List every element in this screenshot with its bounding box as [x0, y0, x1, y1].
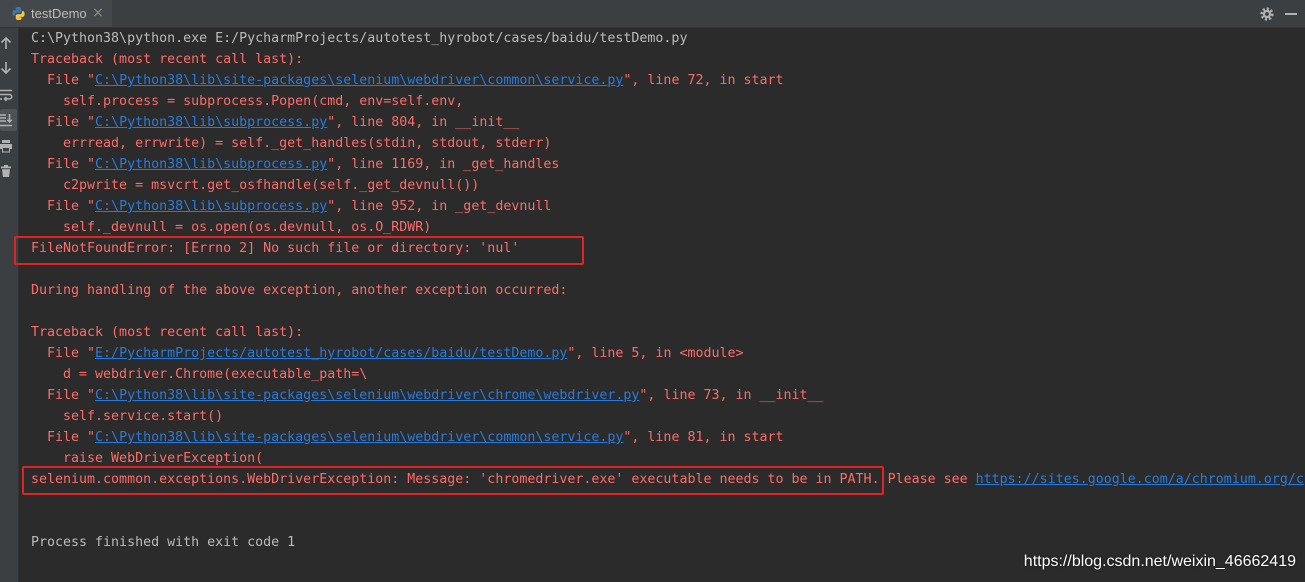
traceback-frame: File "C:\Python38\lib\site-packages\sele…: [31, 70, 1305, 91]
console-line: errread, errwrite) = self._get_handles(s…: [31, 133, 1305, 154]
print-icon[interactable]: [0, 139, 13, 153]
console-text: File ": [31, 388, 96, 403]
file-link[interactable]: E:/PycharmProjects/autotest_hyrobot/case…: [95, 346, 567, 361]
console-text: ", line 952, in _get_devnull: [327, 199, 552, 214]
scroll-to-end-icon[interactable]: [0, 113, 13, 127]
console-text: Traceback (most recent call last):: [31, 52, 304, 67]
gear-icon[interactable]: [1260, 7, 1274, 21]
file-link[interactable]: C:\Python38\lib\subprocess.py: [95, 157, 327, 172]
soft-wrap-icon[interactable]: [0, 88, 13, 102]
console-text: File ": [31, 115, 96, 130]
console-text: c2pwrite = msvcrt.get_osfhandle(self._ge…: [31, 178, 480, 193]
arrow-up-icon[interactable]: [0, 36, 13, 50]
run-tool-window-header: testDemo ×: [0, 0, 1305, 28]
console-text: ", line 5, in <module>: [567, 346, 744, 361]
tab-title: testDemo: [31, 6, 87, 21]
console-line: During handling of the above exception, …: [31, 280, 1305, 301]
console-text: ", line 1169, in _get_handles: [327, 157, 560, 172]
console-text: ", line 804, in __init__: [327, 115, 520, 130]
python-icon: [11, 6, 26, 21]
console-line: Traceback (most recent call last):: [31, 322, 1305, 343]
console-text: self.process = subprocess.Popen(cmd, env…: [31, 94, 464, 109]
arrow-down-icon[interactable]: [0, 61, 13, 75]
traceback-frame: File "C:\Python38\lib\site-packages\sele…: [31, 385, 1305, 406]
console-line: c2pwrite = msvcrt.get_osfhandle(self._ge…: [31, 175, 1305, 196]
file-link[interactable]: C:\Python38\lib\subprocess.py: [95, 199, 327, 214]
file-link[interactable]: C:\Python38\lib\subprocess.py: [95, 115, 327, 130]
console-text: self.service.start(): [31, 409, 224, 424]
url-link[interactable]: https://sites.google.com/a/chromium.org/…: [976, 472, 1304, 487]
console-text: ", line 81, in start: [623, 430, 784, 445]
error-message-line: selenium.common.exceptions.WebDriverExce…: [31, 469, 1305, 490]
watermark: https://blog.csdn.net/weixin_46662419: [1023, 553, 1296, 570]
console-text: File ": [31, 430, 96, 445]
console-text: File ": [31, 157, 96, 172]
traceback-frame: File "E:/PycharmProjects/autotest_hyrobo…: [31, 343, 1305, 364]
console-text: FileNotFoundError: [Errno 2] No such fil…: [31, 241, 520, 256]
console-text: File ": [31, 199, 96, 214]
traceback-frame: File "C:\Python38\lib\subprocess.py", li…: [31, 112, 1305, 133]
console-line: d = webdriver.Chrome(executable_path=\: [31, 364, 1305, 385]
minimize-icon[interactable]: [1284, 7, 1298, 21]
traceback-frame: File "C:\Python38\lib\subprocess.py", li…: [31, 154, 1305, 175]
console-text: errread, errwrite) = self._get_handles(s…: [31, 136, 552, 151]
traceback-frame: File "C:\Python38\lib\site-packages\sele…: [31, 427, 1305, 448]
console-line: self.service.start(): [31, 406, 1305, 427]
console-command-line: C:\Python38\python.exe E:/PycharmProject…: [31, 28, 1305, 49]
traceback-frame: File "C:\Python38\lib\subprocess.py", li…: [31, 196, 1305, 217]
console-line: raise WebDriverException(: [31, 448, 1305, 469]
console-text: raise WebDriverException(: [31, 451, 264, 466]
console-text: selenium.common.exceptions.WebDriverExce…: [31, 472, 976, 487]
console-text: During handling of the above exception, …: [31, 283, 568, 298]
file-link[interactable]: C:\Python38\lib\site-packages\selenium\w…: [95, 388, 639, 403]
console-text: ", line 72, in start: [623, 73, 784, 88]
console-text: d = webdriver.Chrome(executable_path=\: [31, 367, 368, 382]
console-text: self._devnull = os.open(os.devnull, os.O…: [31, 220, 432, 235]
console-output[interactable]: C:\Python38\python.exe E:/PycharmProject…: [19, 28, 1305, 582]
console-text: File ": [31, 73, 96, 88]
console-text: Process finished with exit code 1: [31, 535, 296, 550]
console-line: Traceback (most recent call last):: [31, 49, 1305, 70]
process-exit-line: Process finished with exit code 1: [31, 532, 1305, 553]
console-text: C:\Python38\python.exe E:/PycharmProject…: [31, 31, 688, 46]
console-text: ", line 73, in __init__: [639, 388, 824, 403]
error-message-line: FileNotFoundError: [Errno 2] No such fil…: [31, 238, 1305, 259]
tab-testdemo[interactable]: testDemo ×: [0, 0, 112, 27]
trash-icon[interactable]: [0, 164, 13, 178]
file-link[interactable]: C:\Python38\lib\site-packages\selenium\w…: [95, 73, 623, 88]
console-text: Traceback (most recent call last):: [31, 325, 304, 340]
console-line: self.process = subprocess.Popen(cmd, env…: [31, 91, 1305, 112]
file-link[interactable]: C:\Python38\lib\site-packages\selenium\w…: [95, 430, 623, 445]
close-tab-button[interactable]: ×: [91, 0, 105, 27]
console-toolbar: [0, 28, 19, 582]
console-line: self._devnull = os.open(os.devnull, os.O…: [31, 217, 1305, 238]
console-text: File ": [31, 346, 96, 361]
